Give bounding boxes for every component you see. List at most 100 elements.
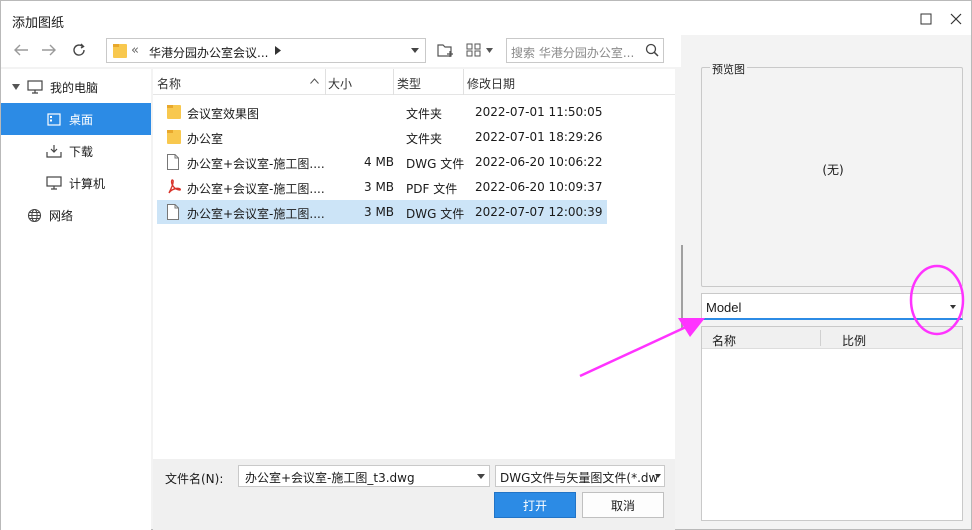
new-folder-icon — [437, 44, 453, 57]
chevron-down-icon[interactable] — [411, 48, 419, 53]
file-date: 2022-07-01 18:29:26 — [475, 130, 603, 144]
column-header-name[interactable]: 名称 — [157, 75, 181, 92]
maximize-button[interactable] — [912, 7, 940, 31]
file-type: DWG 文件 — [406, 157, 465, 171]
sort-up-icon — [310, 78, 319, 84]
column-header-date[interactable]: 修改日期 — [467, 75, 515, 92]
file-size: 4 MB — [364, 155, 395, 169]
desktop-icon — [45, 110, 63, 128]
sidebar-item-label: 下载 — [69, 144, 94, 159]
search-box[interactable]: 搜索 华港分园办公室... — [506, 38, 664, 63]
chevron-down-icon — [655, 474, 661, 478]
chevron-right-icon[interactable] — [275, 46, 281, 55]
file-type: 文件夹 — [406, 132, 443, 146]
folder-icon — [113, 44, 127, 58]
file-row[interactable]: 办公室+会议室-施工图.... 3 MB PDF 文件 2022-06-20 1… — [157, 175, 607, 199]
forward-button[interactable] — [38, 39, 60, 61]
file-name: 会议室效果图 — [187, 107, 260, 121]
layout-selected-value: Model — [706, 300, 742, 315]
preview-title: 预览图 — [710, 61, 747, 77]
refresh-icon — [73, 43, 85, 56]
file-type: PDF 文件 — [406, 182, 458, 196]
forward-arrow-icon — [42, 44, 56, 56]
view-mode-button[interactable] — [466, 39, 493, 61]
file-name: 办公室+会议室-施工图.... — [187, 182, 325, 196]
back-button[interactable] — [10, 39, 32, 61]
column-header-type[interactable]: 类型 — [397, 75, 421, 92]
open-button[interactable]: 打开 — [494, 492, 576, 518]
file-name: 办公室+会议室-施工图.... — [187, 157, 325, 171]
file-type: DWG 文件 — [406, 207, 465, 221]
file-date: 2022-07-07 12:00:39 — [475, 205, 603, 219]
search-input[interactable]: 搜索 华港分园办公室... — [511, 44, 634, 61]
close-icon — [950, 13, 962, 25]
preview-panel: 预览图 (无) — [701, 61, 963, 287]
file-dialog-footer: 文件名(N): 办公室+会议室-施工图_t3.dwg DWG文件与矢量图文件(*… — [153, 459, 675, 530]
back-arrow-icon — [14, 44, 28, 56]
layout-list-header: 名称 比例 — [702, 327, 962, 349]
file-row-selected[interactable]: 办公室+会议室-施工图.... 3 MB DWG 文件 2022-07-07 1… — [157, 200, 607, 224]
title-bar: 添加图纸 — [1, 1, 971, 35]
chevron-down-icon[interactable] — [950, 305, 956, 309]
column-divider[interactable] — [325, 69, 326, 95]
layout-select[interactable]: Model — [701, 293, 963, 320]
address-path[interactable]: 华港分园办公室会议... — [149, 44, 268, 61]
file-list: 名称 大小 类型 修改日期 会议室效果图 文件夹 2022-07-01 11:5… — [153, 69, 675, 459]
file-list-header: 名称 大小 类型 修改日期 — [153, 69, 675, 95]
sidebar-item-my-computer[interactable]: 我的电脑 — [1, 71, 151, 103]
file-name: 办公室+会议室-施工图.... — [187, 207, 325, 221]
file-type: 文件夹 — [406, 107, 443, 121]
sidebar-item-network[interactable]: 网络 — [1, 199, 151, 231]
preview-empty-text: (无) — [822, 163, 844, 177]
sidebar-item-label: 网络 — [49, 208, 74, 223]
dialog-title: 添加图纸 — [12, 16, 65, 31]
computer-icon — [26, 78, 44, 96]
expand-arrow-icon[interactable] — [12, 84, 20, 90]
column-header-name[interactable]: 名称 — [712, 332, 736, 349]
add-drawing-dialog: 添加图纸 « 华港分园办公室会议... 搜索 华港分园办公室... 我的电脑 桌… — [0, 0, 972, 530]
file-date: 2022-06-20 10:09:37 — [475, 180, 603, 194]
sidebar-item-desktop[interactable]: 桌面 — [1, 103, 151, 135]
file-size: 3 MB — [364, 205, 395, 219]
column-divider[interactable] — [463, 69, 464, 95]
file-row[interactable]: 会议室效果图 文件夹 2022-07-01 11:50:05 — [157, 100, 607, 124]
sidebar-item-downloads[interactable]: 下载 — [1, 135, 151, 167]
address-bar[interactable]: « 华港分园办公室会议... — [106, 38, 426, 63]
file-date: 2022-07-01 11:50:05 — [475, 105, 603, 119]
new-folder-button[interactable] — [437, 39, 455, 61]
file-row[interactable]: 办公室+会议室-施工图.... 4 MB DWG 文件 2022-06-20 1… — [157, 150, 607, 174]
column-header-scale[interactable]: 比例 — [842, 332, 866, 349]
file-size: 3 MB — [364, 180, 395, 194]
address-separator: « — [131, 43, 139, 58]
file-type-select[interactable]: DWG文件与矢量图文件(*.dw — [495, 465, 665, 487]
file-icon — [167, 154, 179, 170]
sidebar-item-computer[interactable]: 计算机 — [1, 167, 151, 199]
column-header-size[interactable]: 大小 — [328, 75, 352, 92]
filename-input[interactable]: 办公室+会议室-施工图_t3.dwg — [238, 465, 490, 487]
filename-value[interactable]: 办公室+会议室-施工图_t3.dwg — [245, 469, 415, 486]
cancel-button[interactable]: 取消 — [582, 492, 664, 518]
file-name: 办公室 — [187, 132, 224, 146]
grid-view-icon — [466, 43, 481, 57]
folder-icon — [167, 130, 181, 144]
sidebar-item-label: 计算机 — [69, 176, 106, 191]
maximize-icon — [920, 13, 932, 25]
chevron-down-icon — [486, 47, 493, 53]
close-button[interactable] — [942, 7, 970, 31]
chevron-down-icon[interactable] — [477, 474, 485, 479]
search-icon[interactable] — [645, 43, 659, 57]
layout-list: 名称 比例 — [701, 326, 963, 521]
file-row[interactable]: 办公室 文件夹 2022-07-01 18:29:26 — [157, 125, 607, 149]
download-icon — [45, 142, 63, 160]
sidebar-item-label: 桌面 — [69, 112, 94, 127]
refresh-button[interactable] — [68, 39, 90, 61]
navigation-bar: « 华港分园办公室会议... 搜索 华港分园办公室... — [1, 35, 681, 67]
file-date: 2022-06-20 10:06:22 — [475, 155, 603, 169]
vertical-scrollbar[interactable] — [678, 69, 686, 529]
scrollbar-thumb[interactable] — [681, 245, 683, 329]
column-divider[interactable] — [820, 330, 821, 346]
file-icon — [167, 204, 179, 220]
folder-icon — [167, 105, 181, 119]
column-divider[interactable] — [393, 69, 394, 95]
navigation-sidebar: 我的电脑 桌面 下载 计算机 网络 — [1, 69, 151, 530]
